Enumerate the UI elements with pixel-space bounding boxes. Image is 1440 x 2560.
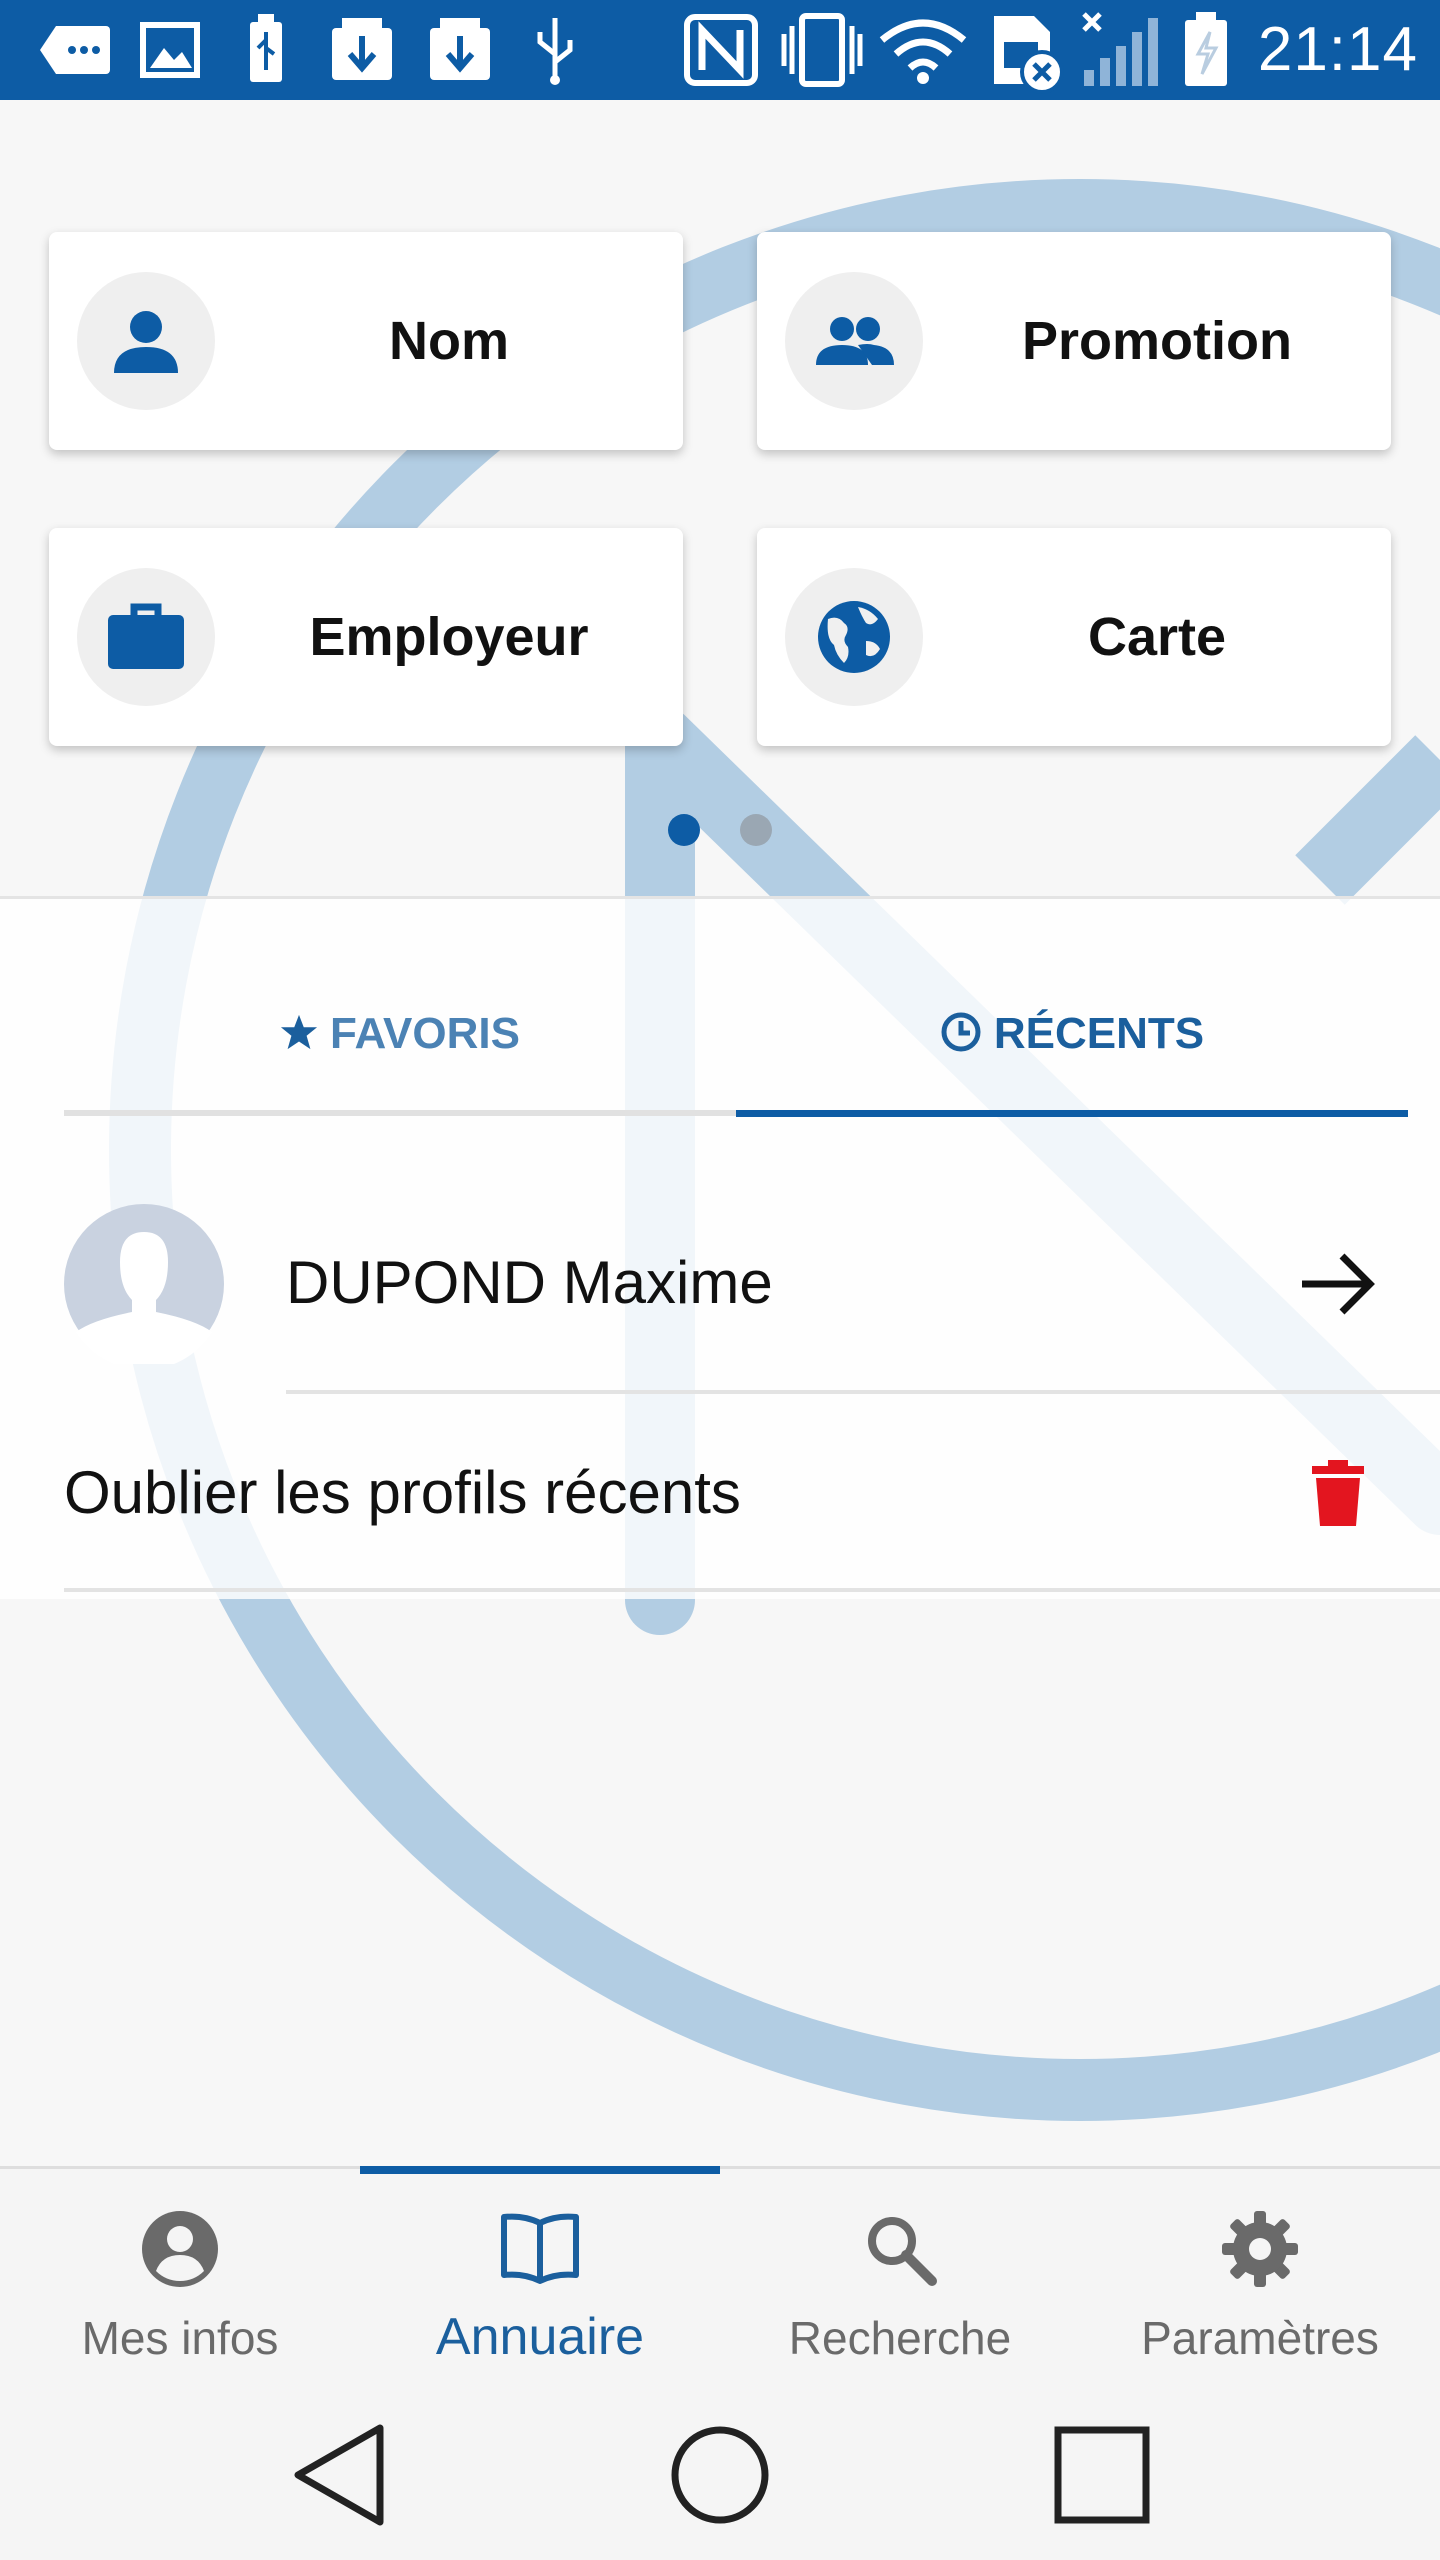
- page-dot[interactable]: [740, 814, 772, 846]
- nav-label: Paramètres: [1141, 2312, 1379, 2364]
- tab-underline: [64, 1110, 736, 1116]
- arrow-right-icon[interactable]: [1298, 1244, 1378, 1324]
- search-icon: [868, 2217, 937, 2286]
- gear-icon: [1222, 2211, 1298, 2287]
- group-icon: [816, 317, 894, 365]
- signal-icon: [1082, 12, 1158, 86]
- divider: [286, 1390, 1440, 1394]
- download-icon: [430, 18, 490, 80]
- nav-label: Annuaire: [435, 2308, 645, 2366]
- home-icon[interactable]: [668, 2420, 772, 2530]
- recent-apps-icon[interactable]: [1050, 2420, 1154, 2530]
- nav-item-my-info[interactable]: Mes infos: [0, 2169, 360, 2403]
- usb-icon: [250, 14, 282, 82]
- recent-profile-row[interactable]: DUPOND Maxime: [0, 1186, 1440, 1392]
- person-icon: [114, 311, 178, 373]
- nav-item-directory[interactable]: Annuaire: [360, 2169, 720, 2403]
- shortcut-card-map[interactable]: Carte: [757, 528, 1391, 746]
- status-bar: 21:14: [0, 0, 1440, 100]
- profile-name: DUPOND Maxime: [286, 1249, 773, 1316]
- nav-label: Mes infos: [81, 2312, 279, 2364]
- shortcut-card-name[interactable]: Nom: [49, 232, 683, 450]
- wifi-icon: [879, 19, 967, 84]
- tab-underline-active: [736, 1110, 1408, 1117]
- clock: 21:14: [1257, 15, 1418, 84]
- sim-no-service-icon: [994, 16, 1064, 94]
- nav-item-settings[interactable]: Paramètres: [1080, 2169, 1440, 2403]
- star-icon: [280, 1015, 318, 1050]
- tab-recents[interactable]: RÉCENTS: [736, 899, 1408, 1117]
- system-navigation-bar: [0, 2400, 1440, 2560]
- message-icon: [40, 26, 110, 74]
- clear-recents-row[interactable]: Oublier les profils récents: [0, 1396, 1440, 1586]
- shortcut-label: Nom: [389, 311, 509, 371]
- globe-icon: [818, 601, 890, 673]
- account-circle-icon: [142, 2211, 218, 2287]
- nfc-icon: [684, 14, 758, 86]
- trash-icon[interactable]: [1310, 1458, 1366, 1528]
- tab-favorites[interactable]: FAVORIS: [64, 899, 736, 1117]
- icon-circle: [77, 272, 215, 410]
- image-icon: [140, 22, 200, 78]
- shortcut-label: Promotion: [1022, 311, 1292, 371]
- shortcut-card-employer[interactable]: Employeur: [49, 528, 683, 746]
- briefcase-icon: [108, 603, 184, 669]
- avatar: [64, 1204, 224, 1364]
- usb-icon: [537, 18, 573, 85]
- battery-charging-icon: [1185, 12, 1227, 86]
- tab-label: FAVORIS: [330, 1009, 520, 1058]
- shortcut-label: Carte: [1087, 607, 1227, 667]
- shortcut-card-promotion[interactable]: Promotion: [757, 232, 1391, 450]
- shortcut-label: Employeur: [309, 607, 589, 667]
- icon-circle: [785, 272, 923, 410]
- tab-label: RÉCENTS: [993, 1009, 1205, 1058]
- nav-active-indicator: [360, 2166, 720, 2174]
- vibrate-icon: [781, 13, 863, 87]
- page-dot-active[interactable]: [668, 814, 700, 846]
- back-icon[interactable]: [290, 2420, 390, 2530]
- divider: [64, 1588, 1440, 1592]
- clock-icon: [941, 1012, 981, 1052]
- nav-item-search[interactable]: Recherche: [720, 2169, 1080, 2403]
- book-icon: [501, 2213, 579, 2284]
- download-icon: [332, 18, 392, 80]
- bottom-navigation: Mes infos Annuaire Recherche Paramètres: [0, 2166, 1440, 2403]
- icon-circle: [785, 568, 923, 706]
- page-indicator: [0, 814, 1440, 854]
- nav-label: Recherche: [788, 2312, 1012, 2364]
- icon-circle: [77, 568, 215, 706]
- clear-recents-label: Oublier les profils récents: [64, 1459, 741, 1526]
